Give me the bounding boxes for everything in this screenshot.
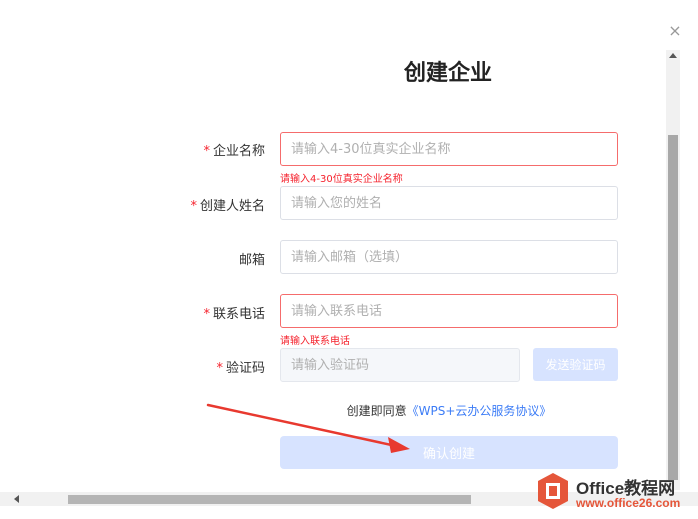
vertical-scrollbar[interactable] xyxy=(666,50,680,490)
company-name-label: * 企业名称 xyxy=(145,140,265,159)
code-label: * 验证码 xyxy=(145,357,265,376)
phone-label: * 联系电话 xyxy=(145,303,265,322)
required-mark: * xyxy=(203,144,210,159)
close-icon[interactable]: × xyxy=(667,23,683,39)
watermark-url: www.office26.com xyxy=(576,496,681,510)
confirm-create-button[interactable]: 确认创建 xyxy=(280,436,618,469)
vertical-scroll-thumb[interactable] xyxy=(668,135,678,480)
agreement-prefix: 创建即同意 xyxy=(346,404,407,418)
required-mark: * xyxy=(216,361,223,376)
scroll-left-icon[interactable] xyxy=(14,495,19,503)
watermark-logo: Office教程网 www.office26.com xyxy=(536,470,696,516)
company-name-error: 请输入4-30位真实企业名称 xyxy=(280,174,403,185)
company-name-label-text: 企业名称 xyxy=(212,144,265,159)
office-logo-icon xyxy=(538,473,568,509)
phone-label-text: 联系电话 xyxy=(212,307,265,322)
required-mark: * xyxy=(190,199,197,214)
dialog-title: 创建企业 xyxy=(403,61,492,86)
email-label-text: 邮箱 xyxy=(238,253,265,268)
required-mark: * xyxy=(203,307,210,322)
phone-input[interactable] xyxy=(280,294,618,328)
agreement-link[interactable]: 《WPS+云办公服务协议》 xyxy=(407,404,552,418)
phone-error: 请输入联系电话 xyxy=(280,336,350,347)
creator-name-label: * 创建人姓名 xyxy=(145,195,265,214)
company-name-input[interactable] xyxy=(280,132,618,166)
send-code-button[interactable]: 发送验证码 xyxy=(533,348,618,381)
code-label-text: 验证码 xyxy=(225,361,265,376)
creator-name-input[interactable] xyxy=(280,186,618,220)
horizontal-scroll-thumb[interactable] xyxy=(68,495,471,504)
creator-name-label-text: 创建人姓名 xyxy=(199,199,265,214)
code-input[interactable] xyxy=(280,348,520,382)
scroll-up-icon[interactable] xyxy=(669,53,677,58)
email-label: 邮箱 xyxy=(145,249,265,268)
agreement-text: 创建即同意《WPS+云办公服务协议》 xyxy=(280,402,618,419)
email-input[interactable] xyxy=(280,240,618,274)
